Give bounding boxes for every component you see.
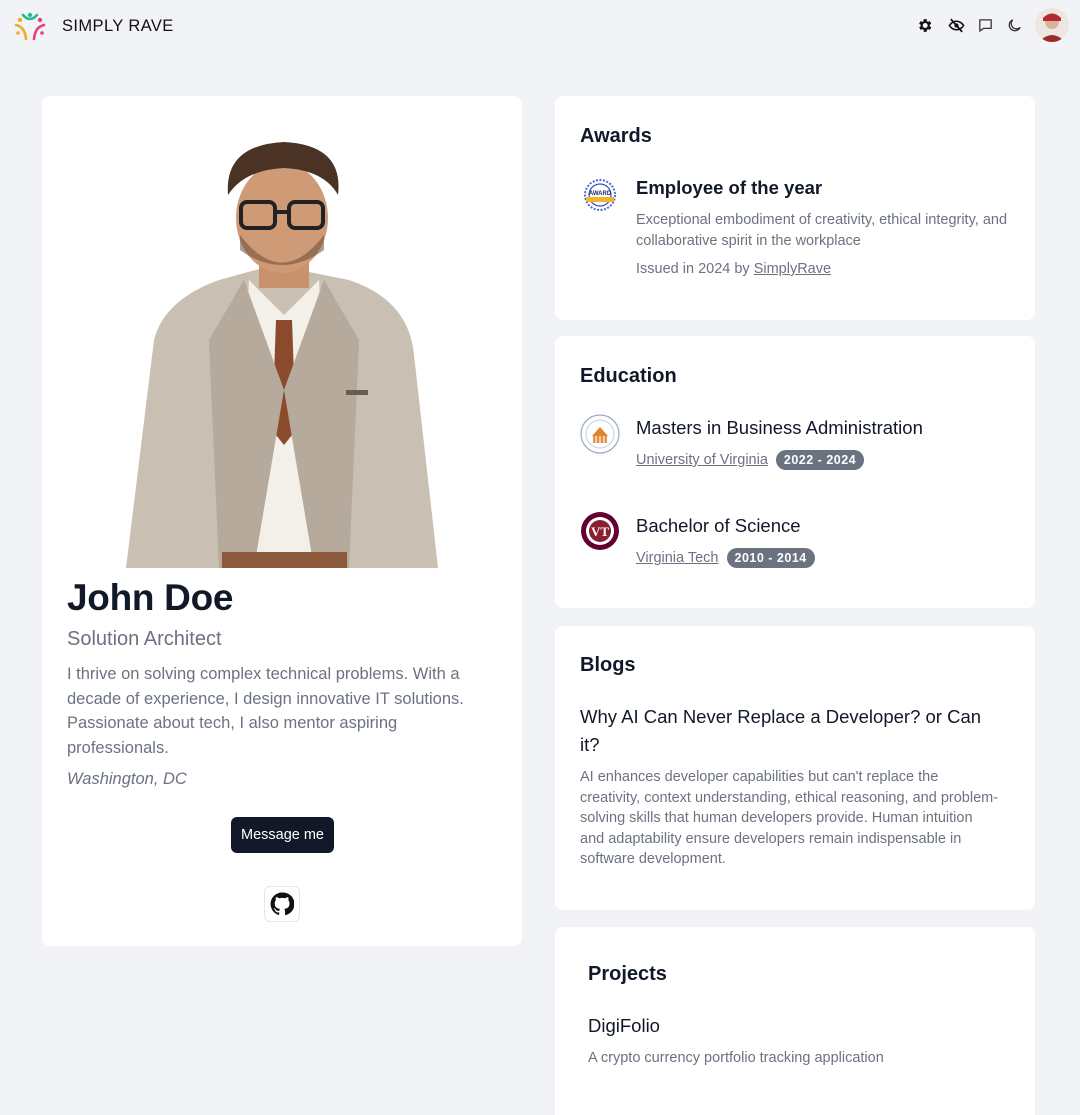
profile-bio: I thrive on solving complex technical pr… xyxy=(67,665,464,757)
awards-card: Awards AWARD Employee of the year Except… xyxy=(555,96,1035,320)
profile-location: Washington, DC xyxy=(67,770,187,788)
top-navbar: SIMPLY RAVE xyxy=(0,0,1080,56)
brand-name[interactable]: SIMPLY RAVE xyxy=(62,17,174,36)
education-card: Education Masters in Business Administra… xyxy=(555,336,1035,608)
svg-text:VT: VT xyxy=(591,524,609,539)
award-badge-icon: AWARD xyxy=(583,178,617,212)
education-school-link[interactable]: University of Virginia xyxy=(636,452,768,468)
settings-icon[interactable] xyxy=(913,14,935,36)
project-description: A crypto currency portfolio tracking app… xyxy=(588,1050,884,1066)
moon-icon[interactable] xyxy=(1003,14,1025,36)
eye-off-icon[interactable] xyxy=(945,14,967,36)
user-avatar[interactable] xyxy=(1035,8,1069,42)
projects-title: Projects xyxy=(588,963,667,985)
education-years-badge: 2022 - 2024 xyxy=(775,450,865,470)
blog-post-excerpt: AI enhances developer capabilities but c… xyxy=(580,769,999,867)
university-of-virginia-logo-icon xyxy=(580,414,620,454)
virginia-tech-logo-icon: VT xyxy=(580,511,620,551)
chat-icon[interactable] xyxy=(974,14,996,36)
github-icon xyxy=(270,892,294,916)
simply-rave-logo-icon[interactable] xyxy=(13,11,47,43)
award-issued-prefix: Issued in 2024 by xyxy=(636,261,750,277)
education-school-link[interactable]: Virginia Tech xyxy=(636,550,719,566)
blog-post-title[interactable]: Why AI Can Never Replace a Developer? or… xyxy=(580,703,1000,759)
education-years-badge: 2010 - 2014 xyxy=(726,548,815,568)
projects-card: Projects DigiFolio A crypto currency por… xyxy=(555,927,1035,1115)
award-title: Employee of the year xyxy=(636,177,823,198)
award-description: Exceptional embodiment of creativity, et… xyxy=(636,212,1008,249)
profile-role: Solution Architect xyxy=(67,628,222,650)
github-link-button[interactable] xyxy=(264,886,300,922)
education-meta: Virginia Tech 2010 - 2014 xyxy=(636,548,815,568)
message-me-button[interactable]: Message me xyxy=(231,817,334,853)
profile-card: John Doe Solution Architect I thrive on … xyxy=(42,96,522,946)
blogs-title: Blogs xyxy=(580,654,636,676)
education-degree: Bachelor of Science xyxy=(636,515,801,536)
education-degree: Masters in Business Administration xyxy=(636,417,923,438)
profile-photo xyxy=(124,140,444,568)
project-name[interactable]: DigiFolio xyxy=(588,1015,660,1037)
award-issued-line: Issued in 2024 by SimplyRave xyxy=(636,261,831,277)
education-title: Education xyxy=(580,365,677,387)
awards-title: Awards xyxy=(580,125,652,147)
education-meta: University of Virginia 2022 - 2024 xyxy=(636,450,865,470)
award-issuer-link[interactable]: SimplyRave xyxy=(754,261,831,277)
blogs-card: Blogs Why AI Can Never Replace a Develop… xyxy=(555,626,1035,910)
profile-name: John Doe xyxy=(67,577,234,618)
svg-text:AWARD: AWARD xyxy=(589,191,612,197)
